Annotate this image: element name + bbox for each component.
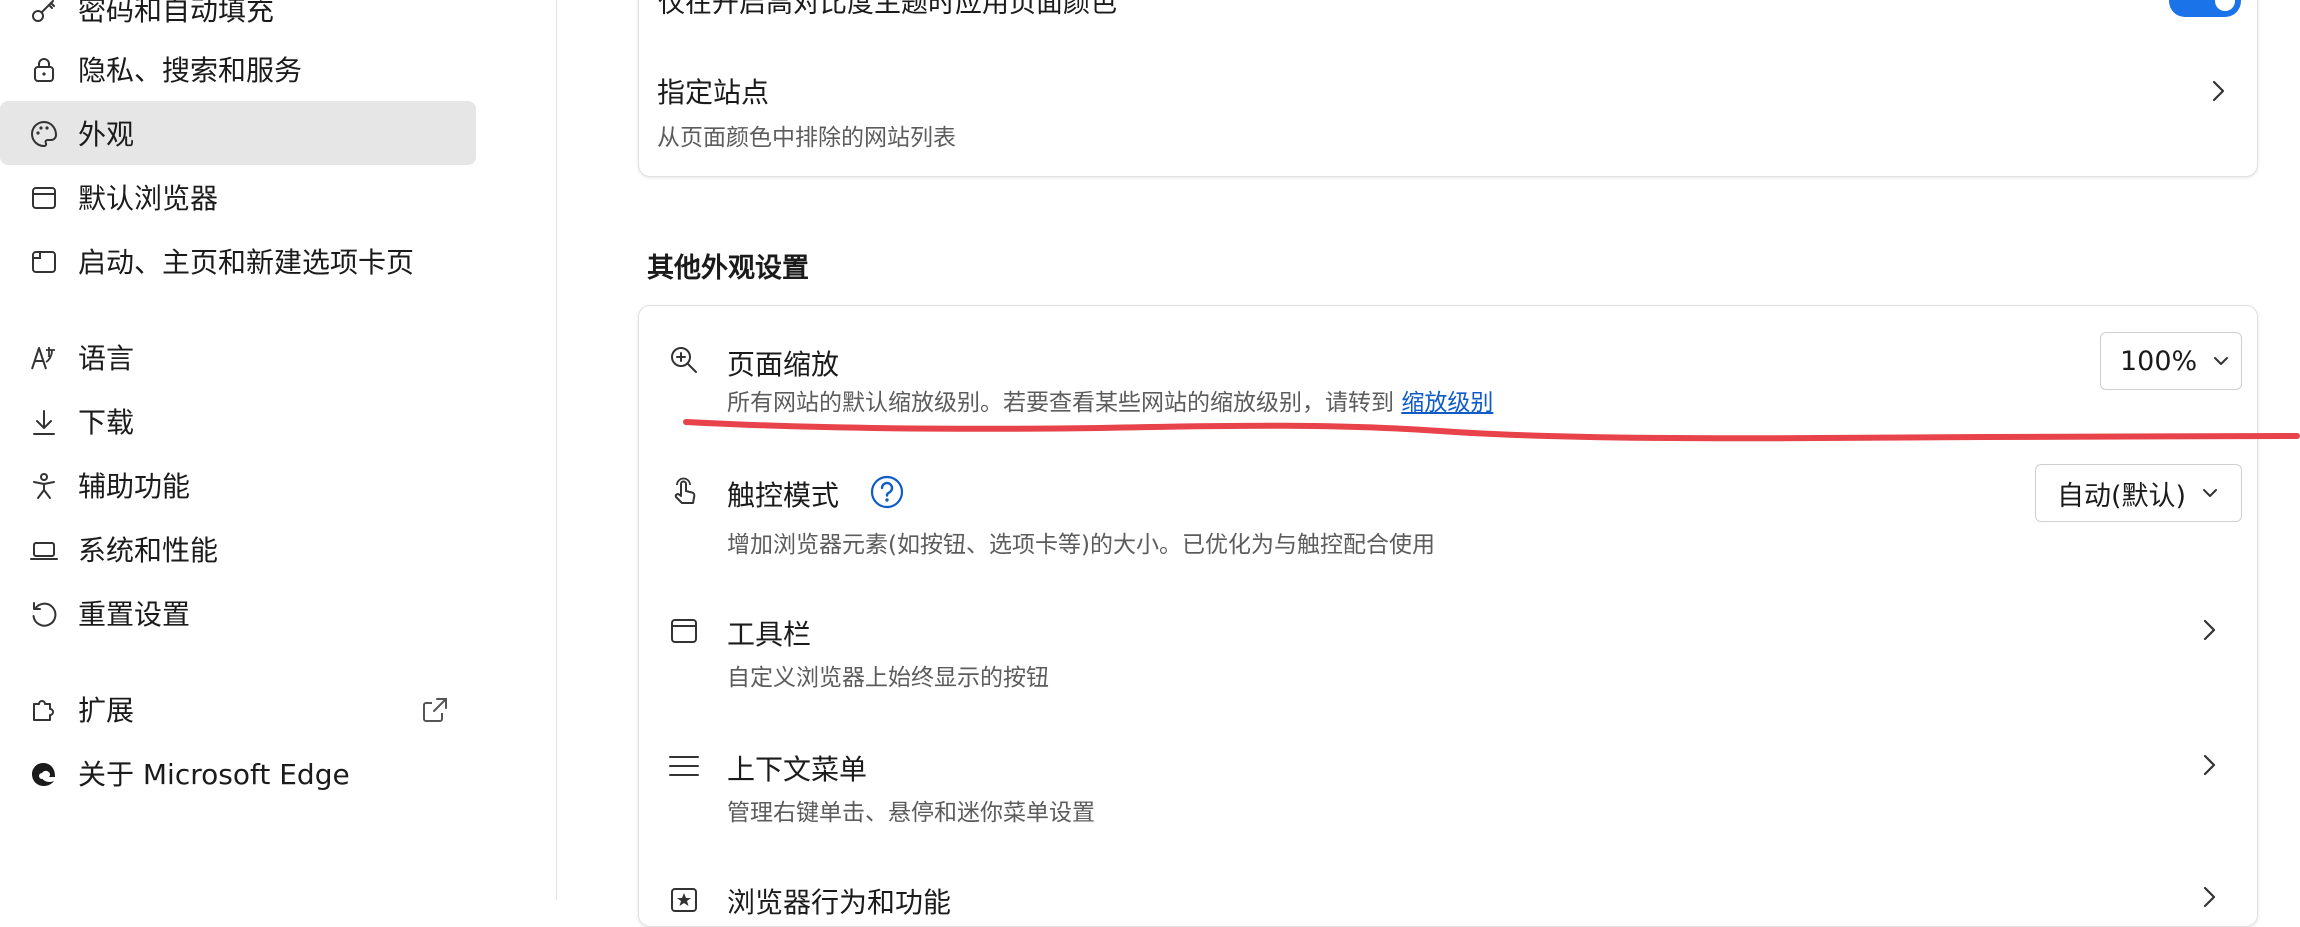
toolbar-icon <box>671 619 697 643</box>
toggle-knob <box>2215 0 2235 11</box>
sidebar-item-label: 下载 <box>78 406 135 439</box>
sidebar-item-label: 辅助功能 <box>78 470 191 503</box>
sidebar-item-label: 默认浏览器 <box>78 182 219 215</box>
specified-sites-row[interactable]: 指定站点 从页面颜色中排除的网站列表 <box>639 31 2257 171</box>
chevron-down-icon <box>2214 357 2229 365</box>
sidebar-item-label: 扩展 <box>78 694 135 727</box>
specified-sites-title: 指定站点 <box>657 76 770 109</box>
help-icon[interactable] <box>869 474 905 510</box>
accessibility-icon <box>33 473 55 499</box>
external-link-icon[interactable] <box>420 695 450 725</box>
chevron-down-icon <box>2203 489 2218 497</box>
touch-hand-icon <box>674 477 696 504</box>
context-menu-desc: 管理右键单击、悬停和迷你菜单设置 <box>727 800 1095 826</box>
sidebar-item-label: 关于 Microsoft Edge <box>78 758 350 791</box>
sidebar-item-label: 启动、主页和新建选项卡页 <box>78 246 415 279</box>
sidebar-item-label: 隐私、搜索和服务 <box>78 54 303 87</box>
tab-page-icon <box>32 251 56 273</box>
download-icon <box>33 410 55 435</box>
high-contrast-toggle[interactable] <box>2169 0 2241 17</box>
chevron-right-icon <box>2203 619 2216 641</box>
chevron-right-icon <box>2212 80 2225 102</box>
sidebar-item-appearance[interactable]: 外观 <box>0 101 476 165</box>
section-title: 其他外观设置 <box>647 253 809 284</box>
browser-icon <box>32 187 56 209</box>
sidebar-item-label: 语言 <box>78 342 135 375</box>
touch-mode-value: 自动(默认) <box>2057 480 2187 512</box>
sidebar-item-label: 密码和自动填充 <box>78 0 275 27</box>
sidebar-item-default-browser[interactable]: 默认浏览器 <box>0 165 476 229</box>
red-annotation-underline <box>683 419 2300 442</box>
sidebar-item-label: 外观 <box>78 118 135 151</box>
browser-star-icon <box>671 888 697 912</box>
specified-sites-desc: 从页面颜色中排除的网站列表 <box>657 125 956 151</box>
browser-behavior-title: 浏览器行为和功能 <box>727 886 952 919</box>
sidebar-item-privacy[interactable]: 隐私、搜索和服务 <box>0 37 476 101</box>
edge-logo-icon <box>32 763 55 786</box>
sidebar-item-label: 系统和性能 <box>78 534 219 567</box>
language-icon <box>31 347 55 370</box>
sidebar-item-reset[interactable]: 重置设置 <box>0 581 476 645</box>
partial-setting-label: 仅在开启高对比度主题时应用页面颜色 <box>658 0 1117 19</box>
sidebar-item-passwords[interactable]: 密码和自动填充 <box>0 0 476 41</box>
sidebar-item-startup[interactable]: 启动、主页和新建选项卡页 <box>0 229 476 293</box>
palette-icon <box>31 120 58 148</box>
sidebar-item-downloads[interactable]: 下载 <box>0 389 476 453</box>
settings-sidebar: 密码和自动填充 隐私、搜索和服务 外观 默认浏览器 启动、主页和新建选项卡页 语… <box>0 0 557 900</box>
sidebar-item-accessibility[interactable]: 辅助功能 <box>0 453 476 517</box>
reset-icon <box>32 602 57 627</box>
page-colors-card: 仅在开启高对比度主题时应用页面颜色 指定站点 从页面颜色中排除的网站列表 <box>638 0 2258 177</box>
menu-lines-icon <box>669 756 699 776</box>
touch-mode-dropdown[interactable]: 自动(默认) <box>2035 464 2242 522</box>
key-icon <box>32 0 55 22</box>
sidebar-item-system[interactable]: 系统和性能 <box>0 517 476 581</box>
touch-mode-desc: 增加浏览器元素(如按钮、选项卡等)的大小。已优化为与触控配合使用 <box>727 532 1435 558</box>
sidebar-item-label: 重置设置 <box>78 598 191 631</box>
chevron-right-icon <box>2203 886 2216 908</box>
toolbar-title: 工具栏 <box>727 618 812 651</box>
context-menu-title: 上下文菜单 <box>727 753 868 786</box>
touch-mode-title: 触控模式 <box>727 479 840 512</box>
zoom-in-icon <box>671 347 697 373</box>
sidebar-item-about[interactable]: 关于 Microsoft Edge <box>0 741 476 805</box>
chevron-right-icon <box>2203 754 2216 776</box>
sidebar-item-extensions[interactable]: 扩展 <box>0 677 476 741</box>
toolbar-desc: 自定义浏览器上始终显示的按钮 <box>727 665 1049 691</box>
sidebar-item-language[interactable]: 语言 <box>0 325 476 389</box>
zoom-level-dropdown[interactable]: 100% <box>2100 332 2242 390</box>
lock-icon <box>34 58 54 82</box>
zoom-level-value: 100% <box>2120 345 2198 377</box>
page-zoom-title: 页面缩放 <box>727 348 840 381</box>
puzzle-icon <box>33 700 54 721</box>
laptop-icon <box>30 542 58 560</box>
